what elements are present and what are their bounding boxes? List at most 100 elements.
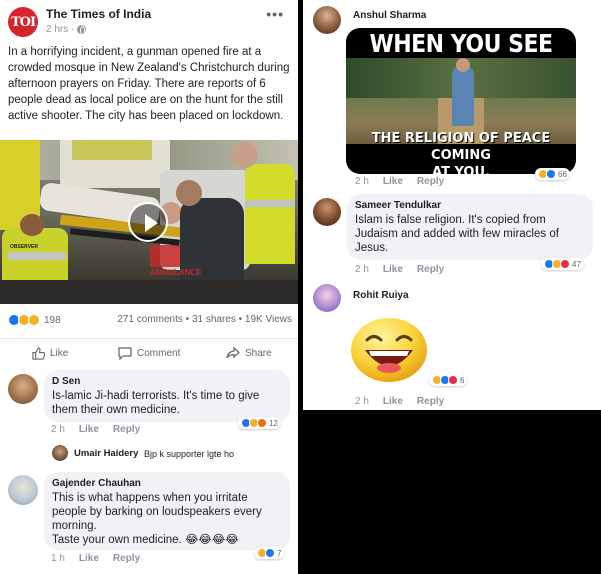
love-reaction-icon: [560, 259, 570, 269]
avatar[interactable]: [8, 475, 38, 505]
meme-runner: [452, 66, 474, 126]
comment-reaction-count: 7: [277, 548, 282, 558]
comment-time[interactable]: 2 h: [51, 424, 65, 435]
comment-bubble: D Sen Is-lamic Ji-hadi terrorists. It's …: [44, 370, 290, 422]
comment-reply-button[interactable]: Reply: [113, 424, 140, 435]
reaction-count: 198: [44, 314, 61, 326]
comment-actions: 1 h Like Reply: [51, 553, 140, 564]
comment-rohit-ruiya: Rohit Ruiya 6 2 h Like Reply: [303, 282, 601, 410]
comment-bubble: Sameer Tendulkar Islam is false religion…: [347, 194, 593, 260]
play-button[interactable]: [128, 202, 168, 242]
comment-sameer-tendulkar: Sameer Tendulkar Islam is false religion…: [303, 194, 601, 280]
video-ambulance-label: AMBULANCE: [150, 268, 202, 277]
more-options-icon[interactable]: •••: [266, 6, 284, 22]
comment-button[interactable]: Comment: [118, 347, 180, 360]
globe-icon: [77, 25, 87, 35]
comment-actions: 2 h Like Reply: [355, 176, 444, 187]
comment-like-button[interactable]: Like: [383, 176, 403, 187]
comment-reactions[interactable]: 12: [238, 417, 281, 429]
love-reaction-icon: [448, 375, 458, 385]
comment-text-line-1: This is what happens when you irritate p…: [52, 492, 262, 532]
comment-reactions[interactable]: 66: [535, 168, 570, 180]
video-paramedic-right: [245, 164, 295, 264]
logo-text: TOI: [10, 14, 36, 30]
comment-icon: [118, 347, 132, 360]
share-button[interactable]: Share: [226, 347, 272, 359]
post-video[interactable]: OBSERVER AMBULANCE: [0, 140, 298, 304]
share-icon: [226, 347, 240, 359]
comment-reply-button[interactable]: Reply: [417, 176, 444, 187]
avatar[interactable]: [313, 284, 341, 312]
comment-reaction-count: 47: [572, 259, 581, 269]
comment-author[interactable]: Gajender Chauhan: [52, 478, 282, 489]
comment-text: Is-lamic Ji-hadi terrorists. It's time t…: [52, 390, 260, 416]
comment-d-sen: D Sen Is-lamic Ji-hadi terrorists. It's …: [0, 370, 298, 436]
avatar[interactable]: [52, 445, 68, 461]
comment-author[interactable]: D Sen: [52, 376, 282, 387]
comment-reply-button[interactable]: Reply: [113, 553, 140, 564]
video-vest-stripe: [8, 252, 66, 260]
meme-runner-head: [456, 58, 470, 72]
comment-actions: 2 h Like Reply: [355, 396, 444, 407]
video-paramedic-right-head: [232, 142, 258, 168]
comment-actions: 2 h Like Reply: [51, 424, 140, 435]
video-ground: [0, 280, 298, 304]
stats-row: 198 271 comments • 31 shares • 19K Views: [8, 314, 292, 328]
video-observer-label: OBSERVER: [10, 244, 38, 250]
comment-bubble: Gajender Chauhan This is what happens wh…: [44, 472, 290, 550]
comment-author[interactable]: Rohit Ruiya: [353, 290, 409, 301]
comment-like-button[interactable]: Like: [383, 264, 403, 275]
comment-time[interactable]: 2 h: [355, 264, 369, 275]
meme-bottom-line-2: AT YOU.: [432, 165, 490, 174]
post-time[interactable]: 2 hrs ·: [46, 24, 74, 35]
comment-gajender-chauhan: Gajender Chauhan This is what happens wh…: [0, 472, 298, 572]
avatar[interactable]: [8, 374, 38, 404]
stats-summary[interactable]: 271 comments • 31 shares • 19K Views: [117, 314, 292, 325]
comment-time[interactable]: 2 h: [355, 396, 369, 407]
comment-anshul-sharma: Anshul Sharma WHEN YOU SEE THE RELIGION …: [303, 0, 601, 190]
comment-text-line-2: Taste your own medicine. 😂😂😂😂: [52, 534, 239, 546]
comment-author[interactable]: Anshul Sharma: [353, 10, 426, 21]
comment-reaction-count: 66: [558, 169, 567, 179]
left-post-panel: TOI The Times of India 2 hrs · ••• In a …: [0, 0, 298, 574]
comment-reactions[interactable]: 7: [254, 547, 285, 559]
comment-reply-button[interactable]: Reply: [417, 264, 444, 275]
video-paramedic-left-head: [20, 214, 44, 236]
thumbs-up-icon: [32, 347, 45, 360]
like-label: Like: [50, 348, 69, 359]
reply-author[interactable]: Umair Haidery: [74, 448, 138, 459]
page-name-link[interactable]: The Times of India: [46, 7, 151, 21]
meme-top-text: WHEN YOU SEE: [369, 30, 553, 59]
reply-umair-haidery: Umair Haidery Bjp k supporter lgte ho: [0, 444, 298, 464]
post-reactions[interactable]: 198: [8, 314, 61, 326]
meme-bottom-line-1: THE RELIGION OF PEACE COMING: [371, 131, 551, 163]
comment-like-button[interactable]: Like: [79, 553, 99, 564]
comment-time[interactable]: 1 h: [51, 553, 65, 564]
comment-reaction-count: 6: [460, 375, 465, 385]
comment-like-button[interactable]: Like: [79, 424, 99, 435]
post-text: In a horrifying incident, a gunman opene…: [8, 46, 290, 122]
post-meta: 2 hrs ·: [46, 24, 87, 35]
meme-image[interactable]: WHEN YOU SEE THE RELIGION OF PEACE COMIN…: [346, 28, 576, 174]
share-label: Share: [245, 347, 272, 359]
post-header: TOI The Times of India 2 hrs · •••: [8, 6, 290, 38]
sad-reaction-icon: [28, 314, 40, 326]
comment-reply-button[interactable]: Reply: [417, 396, 444, 407]
video-ambulance-stripe: [72, 140, 152, 160]
like-reaction-icon: [546, 169, 556, 179]
toi-logo[interactable]: TOI: [8, 7, 38, 37]
comment-text: Islam is false religion. It's copied fro…: [355, 214, 559, 254]
like-button[interactable]: Like: [32, 347, 68, 360]
avatar[interactable]: [313, 198, 341, 226]
comment-like-button[interactable]: Like: [383, 396, 403, 407]
comment-time[interactable]: 2 h: [355, 176, 369, 187]
laughing-face-sticker-icon[interactable]: [349, 316, 429, 384]
comment-author[interactable]: Sameer Tendulkar: [355, 200, 585, 211]
video-vest-stripe-right: [245, 200, 295, 207]
comment-label: Comment: [137, 348, 181, 359]
comment-actions: 2 h Like Reply: [355, 264, 444, 275]
avatar[interactable]: [313, 6, 341, 34]
reply-text: Bjp k supporter lgte ho: [144, 449, 235, 459]
comment-reactions[interactable]: 47: [541, 258, 584, 270]
comment-reactions[interactable]: 6: [429, 374, 468, 386]
